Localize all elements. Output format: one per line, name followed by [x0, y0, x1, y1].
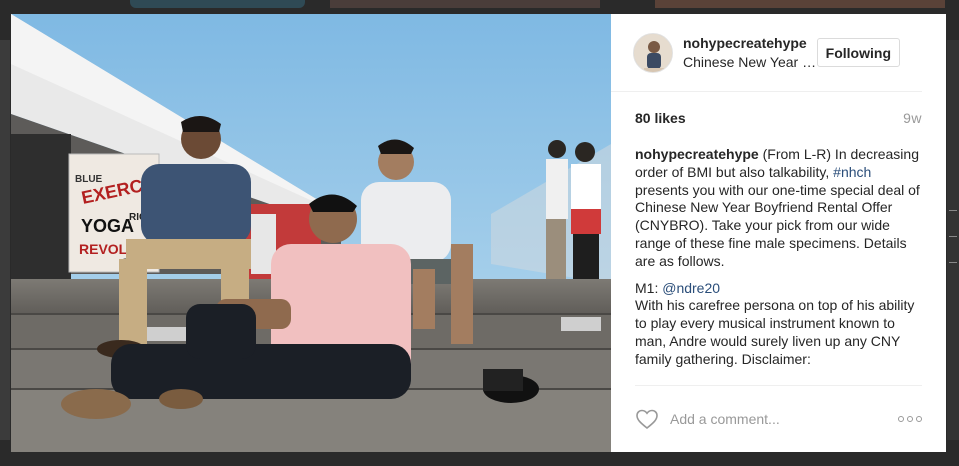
post-modal: BLUE EXERCISE RICE YOGA REVOLUTION CA: [11, 14, 946, 452]
add-comment-input[interactable]: [670, 411, 898, 427]
background-post-thumbnail: [655, 0, 945, 8]
post-photo[interactable]: BLUE EXERCISE RICE YOGA REVOLUTION CA: [11, 14, 611, 452]
background-post-thumbnail-left: [0, 40, 10, 440]
heart-icon[interactable]: [635, 407, 659, 431]
username-link[interactable]: nohypecreatehype: [683, 35, 817, 52]
following-button[interactable]: Following: [816, 38, 900, 67]
hashtag-link[interactable]: #nhch: [833, 164, 871, 180]
location-link[interactable]: Chinese New Year Special: [683, 53, 823, 71]
post-header-text: nohypecreatehype Chinese New Year Specia…: [683, 35, 823, 71]
post-meta: 80 likes 9w: [611, 92, 922, 126]
caption-username-link[interactable]: nohypecreatehype: [635, 146, 759, 162]
caption-text: With his carefree persona on top of his …: [635, 297, 915, 367]
post-details-panel: nohypecreatehype Chinese New Year Specia…: [611, 14, 946, 452]
background-post-thumbnail: [330, 0, 600, 8]
caption-text: M1:: [635, 279, 663, 296]
caption-paragraph: M1: @ndre20 With his carefree persona on …: [635, 280, 922, 369]
mention-link[interactable]: @ndre20: [662, 280, 720, 296]
avatar[interactable]: [633, 32, 673, 73]
background-post-thumbnail: [130, 0, 305, 8]
likes-count[interactable]: 80 likes: [635, 110, 686, 126]
caption-paragraph: nohypecreatehype (From L-R) In decreasin…: [635, 146, 922, 271]
photo-sign-word: BLUE: [75, 174, 103, 185]
post-photo-image: BLUE EXERCISE RICE YOGA REVOLUTION CA: [11, 14, 611, 452]
background-post-thumbnail-right: [947, 40, 959, 440]
caption-text: presents you with our one-time special d…: [635, 181, 920, 269]
more-options-icon[interactable]: [898, 416, 922, 422]
post-timestamp[interactable]: 9w: [903, 110, 922, 126]
post-header: nohypecreatehype Chinese New Year Specia…: [611, 14, 922, 92]
comment-bar: [635, 385, 922, 452]
post-caption: nohypecreatehype (From L-R) In decreasin…: [611, 126, 946, 378]
photo-sign-word: YOGA: [81, 216, 134, 236]
